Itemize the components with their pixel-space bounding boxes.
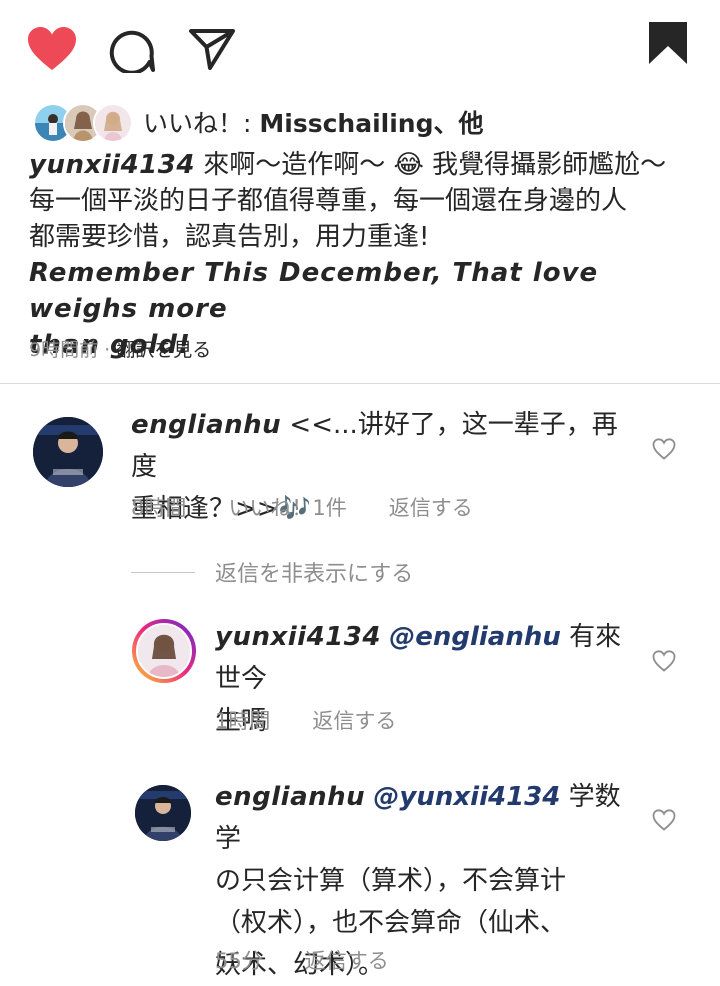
reply-timestamp: 55分 — [215, 949, 263, 973]
caption-username-link[interactable]: yunxii4134 — [29, 150, 195, 180]
avatar — [136, 623, 192, 679]
comment-meta: 8時間 いいね！1件 返信する — [131, 492, 515, 522]
reply-button[interactable]: 返信する — [312, 705, 396, 735]
paper-plane-icon — [189, 29, 235, 70]
hide-replies-line — [131, 571, 195, 573]
avatar — [93, 103, 133, 143]
likes-row[interactable]: いいね！: Misschailing、他 — [33, 102, 484, 143]
caption-text: 都需要珍惜，認真告別，用力重逢! — [29, 222, 430, 252]
likes-summary: いいね！: Misschailing、他 — [143, 104, 484, 140]
likes-others-link[interactable]: 、他 — [433, 109, 483, 138]
post-meta: 9時間前 · 翻訳を見る — [29, 335, 211, 362]
reply-meta: 55分 返信する — [215, 945, 431, 975]
reply-button[interactable]: 返信する — [305, 945, 389, 975]
reply-timestamp: 1時間 — [215, 709, 271, 733]
mention-link[interactable]: @englianhu — [389, 622, 561, 652]
like-button[interactable] — [26, 26, 78, 72]
heart-outline-icon — [652, 438, 676, 460]
caption-text: 每一個平淡的日子都值得尊重，每一個還在身邊的人 — [29, 186, 628, 216]
likes-prefix: いいね！: — [143, 109, 260, 138]
avatar[interactable] — [135, 785, 191, 841]
meta-separator: · — [98, 339, 117, 361]
bookmark-filled-icon — [649, 22, 687, 64]
share-button[interactable] — [188, 27, 236, 71]
avatar[interactable] — [33, 417, 103, 487]
comment-username-link[interactable]: englianhu — [131, 410, 281, 440]
liker-username-link[interactable]: Misschailing — [259, 109, 433, 138]
post-timestamp: 9時間前 — [29, 339, 99, 361]
avatar-story-ring[interactable] — [132, 619, 196, 683]
reply-button[interactable]: 返信する — [389, 492, 473, 522]
reply-username-link[interactable]: englianhu — [215, 782, 365, 812]
comment-like-button[interactable] — [652, 650, 676, 672]
comment-button[interactable] — [108, 25, 156, 73]
reply-body: の只会计算（算术），不会算计 — [215, 866, 567, 896]
liker-avatars — [33, 103, 133, 143]
mention-link[interactable]: @yunxii4134 — [373, 782, 560, 812]
reply-meta: 1時間 返信する — [215, 705, 438, 735]
hide-replies-label: 返信を非表示にする — [215, 562, 414, 587]
caption-text: Remember This December, That love weighs… — [29, 258, 599, 324]
reply-body: （权术），也不会算命（仙术、 — [215, 908, 567, 938]
translate-link[interactable]: 翻訳を見る — [116, 339, 211, 361]
save-button[interactable] — [649, 22, 687, 64]
post-caption: yunxii4134 來啊～造作啊～ 😂 我覺得攝影師尷尬～ 每一個平淡的日子都… — [29, 147, 699, 363]
comment-likes-link[interactable]: いいね！1件 — [228, 492, 346, 522]
heart-filled-icon — [28, 27, 76, 70]
reply-username-link[interactable]: yunxii4134 — [215, 622, 381, 652]
hide-replies-button[interactable]: 返信を非表示にする — [131, 556, 413, 588]
caption-text: 來啊～造作啊～ 😂 我覺得攝影師尷尬～ — [194, 150, 667, 180]
comment-icon — [109, 30, 155, 73]
heart-outline-icon — [652, 809, 676, 831]
comment-timestamp: 8時間 — [131, 496, 187, 520]
comment-like-button[interactable] — [652, 438, 676, 460]
comment-like-button[interactable] — [652, 809, 676, 831]
heart-outline-icon — [652, 650, 676, 672]
divider — [0, 383, 720, 384]
